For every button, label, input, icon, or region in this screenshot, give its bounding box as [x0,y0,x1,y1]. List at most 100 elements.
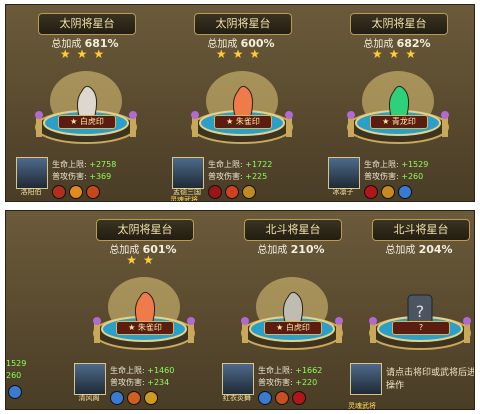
seal-label: ★ 白虎印 [264,321,322,335]
altar-title: 太阴将星台 [350,13,448,35]
bonus-value: 204% [418,243,453,256]
skill-icon[interactable] [398,185,412,199]
skill-icons [110,391,161,405]
hp-stat: 生命上限: +1529 [364,159,428,170]
panel-top: 太阴将星台 总加成 681% ★★★ ★ 白虎印 洛阳伯 生命上限: +2758 普攻伤害:… [5,4,475,202]
partial-hp-value: 1529 [6,359,27,368]
altar-title: 太阴将星台 [96,219,194,241]
star-altar[interactable]: ★ 朱雀印 [186,61,298,153]
hp-label: 生命上限: [110,366,145,375]
hero-avatar[interactable] [74,363,106,395]
hp-value: +1662 [295,366,323,375]
hero-name: 冰凛子 [332,188,354,196]
skill-icon[interactable] [275,391,289,405]
hero-name: 清风阁 [78,394,100,402]
hero-avatar[interactable] [16,157,48,189]
star-rating: ★★★ [215,47,267,61]
skill-icon[interactable] [242,185,256,199]
hero-name: 洛阳伯 [20,188,42,196]
seal-label: ? [392,321,450,335]
hp-value: +1722 [245,160,273,169]
hp-stat: 生命上限: +1662 [258,365,322,376]
altar-title: 北斗将星台 [244,219,342,241]
dmg-value: +220 [295,378,318,387]
hp-label: 生命上限: [258,366,293,375]
dmg-value: +260 [401,172,424,181]
dmg-value: +234 [147,378,170,387]
altar-card-vermilion-bird[interactable]: 太阴将星台 总加成 600% ★★★ ★ 朱雀印 孟德三国 灵魂武将 生命上限: +1722… [166,5,316,201]
bonus-label: 总加成 [385,245,416,256]
skill-icons [364,185,415,199]
altar-title: 北斗将星台 [372,219,470,241]
hp-stat: 生命上限: +1460 [110,365,174,376]
skill-icons [52,185,103,199]
skill-icon[interactable] [208,185,222,199]
hp-stat: 生命上限: +2758 [52,159,116,170]
dmg-label: 普攻伤害: [364,172,399,181]
hero-avatar[interactable] [350,363,382,395]
altar-title: 太阴将星台 [194,13,292,35]
partial-dmg-value: 260 [6,371,22,380]
hero-avatar[interactable] [222,363,254,395]
dmg-label: 普攻伤害: [258,378,293,387]
panel-bottom: 1529 260 太阴将星台 总加成 601% ★★ ★ 朱雀印 清风阁 生命上限: +1… [5,210,475,410]
star-rating: ★★ [126,253,160,267]
altar-title: 太阴将星台 [38,13,136,35]
hp-label: 生命上限: [208,160,243,169]
skill-icon[interactable] [364,185,378,199]
dmg-stat: 普攻伤害: +234 [110,377,169,388]
altar-card-white-tiger[interactable]: 太阴将星台 总加成 681% ★★★ ★ 白虎印 洛阳伯 生命上限: +2758 普攻伤害:… [10,5,160,201]
skill-icon[interactable] [52,185,66,199]
dmg-value: +369 [89,172,112,181]
skill-icon[interactable] [110,391,124,405]
skill-icon[interactable] [86,185,100,199]
hero-info-row: 洛阳伯 生命上限: +2758 普攻伤害: +369 [16,157,156,201]
skill-icon[interactable] [144,391,158,405]
hero-info-row: 孟德三国 灵魂武将 生命上限: +1722 普攻伤害: +225 [170,157,312,202]
soul-hero-badge: 灵魂武将 [170,196,198,202]
star-altar[interactable]: ?? [364,267,474,359]
skill-icon[interactable] [292,391,306,405]
hp-value: +2758 [89,160,117,169]
star-rating: ★★★ [59,47,111,61]
skill-icon[interactable] [127,391,141,405]
dmg-stat: 普攻伤害: +369 [52,171,111,182]
star-altar[interactable]: ★ 白虎印 [236,267,348,359]
skill-icons [208,185,259,199]
skill-icon[interactable] [69,185,83,199]
seal-label: ★ 朱雀印 [214,115,272,129]
hero-info-row: 灵魂武将 请点击将印或武将后进行操作 [348,363,474,410]
star-rating: ★★★ [371,47,423,61]
bonus-line: 总加成 204% [344,241,474,256]
dmg-stat: 普攻伤害: +220 [258,377,317,388]
seal-label: ★ 朱雀印 [116,321,174,335]
partial-skill-icon [8,385,22,399]
hp-label: 生命上限: [364,160,399,169]
hero-avatar[interactable] [328,157,360,189]
soul-hero-badge: 灵魂武将 [348,402,376,410]
skill-icon[interactable] [225,185,239,199]
hint-text: 请点击将印或武将后进行操作 [386,368,474,391]
svg-text:?: ? [416,302,425,321]
bonus-value: 210% [290,243,325,256]
hp-value: +1529 [401,160,429,169]
skill-icon[interactable] [381,185,395,199]
partial-card-stats: 1529 260 [6,359,32,399]
star-altar[interactable]: ★ 朱雀印 [88,267,200,359]
altar-card-beidou-locked[interactable]: 北斗将星台总加成 204%?? 灵魂武将 请点击将印或武将后进行操作 [344,211,474,410]
dmg-value: +225 [245,172,268,181]
hero-avatar[interactable] [172,157,204,189]
skill-icons [258,391,309,405]
star-altar[interactable]: ★ 白虎印 [30,61,142,153]
altar-card-taiyin-2[interactable]: 太阴将星台 总加成 601% ★★ ★ 朱雀印 清风阁 生命上限: +1460 普攻伤害: … [68,211,218,409]
dmg-stat: 普攻伤害: +260 [364,171,423,182]
hp-value: +1460 [147,366,175,375]
altar-card-azure-dragon[interactable]: 太阴将星台 总加成 682% ★★★ ★ 青龙印 冰凛子 生命上限: +1529 普攻伤害:… [322,5,472,201]
skill-icon[interactable] [258,391,272,405]
bonus-label: 总加成 [257,245,288,256]
hero-info-row: 清风阁 生命上限: +1460 普攻伤害: +234 [74,363,214,407]
hp-label: 生命上限: [52,160,87,169]
dmg-label: 普攻伤害: [208,172,243,181]
star-altar[interactable]: ★ 青龙印 [342,61,454,153]
hero-info-row: 冰凛子 生命上限: +1529 普攻伤害: +260 [328,157,468,201]
